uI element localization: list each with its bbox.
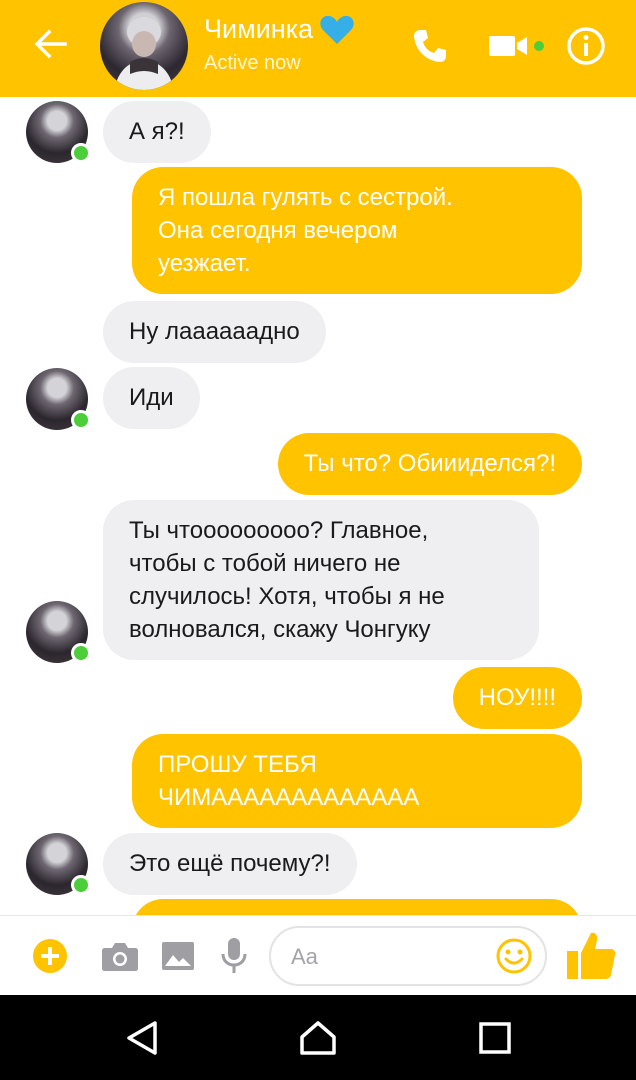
message-input-wrapper[interactable]	[269, 926, 547, 986]
more-actions-button[interactable]	[28, 932, 72, 980]
online-indicator	[71, 875, 91, 895]
call-button[interactable]	[404, 22, 456, 70]
contact-avatar-small[interactable]	[26, 601, 91, 663]
gallery-button[interactable]	[156, 932, 200, 980]
nav-recent-icon	[479, 1022, 511, 1054]
system-recents-button[interactable]	[465, 1015, 525, 1061]
system-back-button[interactable]	[112, 1015, 172, 1061]
contact-avatar-small[interactable]	[26, 368, 91, 430]
info-icon	[567, 27, 605, 65]
message-incoming[interactable]: Ты чтооооооооо? Главное, чтобы с тобой н…	[103, 500, 539, 660]
contact-name-text: Чиминка	[204, 14, 314, 44]
contact-status: Active now	[204, 52, 301, 74]
message-outgoing[interactable]: ПРОШУ ТЕБЯ ЧИМААААААААААААА	[132, 734, 582, 828]
chat-header: Чиминка Active now	[0, 0, 636, 97]
online-indicator	[71, 643, 91, 663]
voice-message-button[interactable]	[214, 932, 254, 980]
gallery-icon	[162, 942, 194, 970]
message-incoming[interactable]: Ну лааааааднo	[103, 301, 326, 363]
system-home-button[interactable]	[288, 1015, 348, 1061]
heart-icon	[320, 15, 354, 44]
plus-icon	[33, 939, 67, 973]
contact-avatar-small[interactable]	[26, 101, 91, 163]
message-input[interactable]	[289, 940, 493, 974]
camera-button[interactable]	[98, 932, 142, 980]
message-list[interactable]: А я?! Я пошла гулять с сестрой. Она сего…	[0, 97, 636, 915]
thumbs-up-icon	[567, 932, 616, 979]
contact-avatar-small[interactable]	[26, 833, 91, 895]
back-button[interactable]	[24, 24, 76, 64]
message-incoming[interactable]: Иди	[103, 367, 200, 429]
online-indicator	[71, 410, 91, 430]
contact-avatar[interactable]	[100, 2, 188, 90]
video-camera-icon	[489, 36, 544, 56]
system-navigation-bar	[0, 995, 636, 1080]
video-call-button[interactable]	[484, 22, 548, 70]
camera-icon	[102, 943, 138, 971]
message-incoming[interactable]: А я?!	[103, 101, 211, 163]
emoji-icon	[496, 938, 532, 974]
phone-icon	[414, 30, 446, 62]
microphone-icon	[221, 938, 247, 973]
emoji-button[interactable]	[495, 937, 533, 975]
message-outgoing[interactable]: Я пошла гулять с сестрой. Она сегодня ве…	[132, 167, 582, 294]
message-composer	[0, 915, 636, 996]
nav-home-icon	[300, 1021, 336, 1055]
like-button[interactable]	[562, 926, 620, 984]
message-incoming[interactable]: Это ещё почему?!	[103, 833, 357, 895]
contact-name: Чиминка	[204, 14, 355, 45]
avatar-photo	[114, 17, 174, 90]
info-button[interactable]	[562, 22, 610, 70]
message-outgoing[interactable]: Ты что? Обиииделся?!	[277, 433, 582, 495]
nav-back-icon	[127, 1021, 157, 1055]
online-indicator	[71, 143, 91, 163]
message-outgoing-partial[interactable]	[132, 899, 582, 915]
message-outgoing[interactable]: НОУ!!!!	[452, 667, 582, 729]
back-arrow-icon	[34, 29, 67, 59]
